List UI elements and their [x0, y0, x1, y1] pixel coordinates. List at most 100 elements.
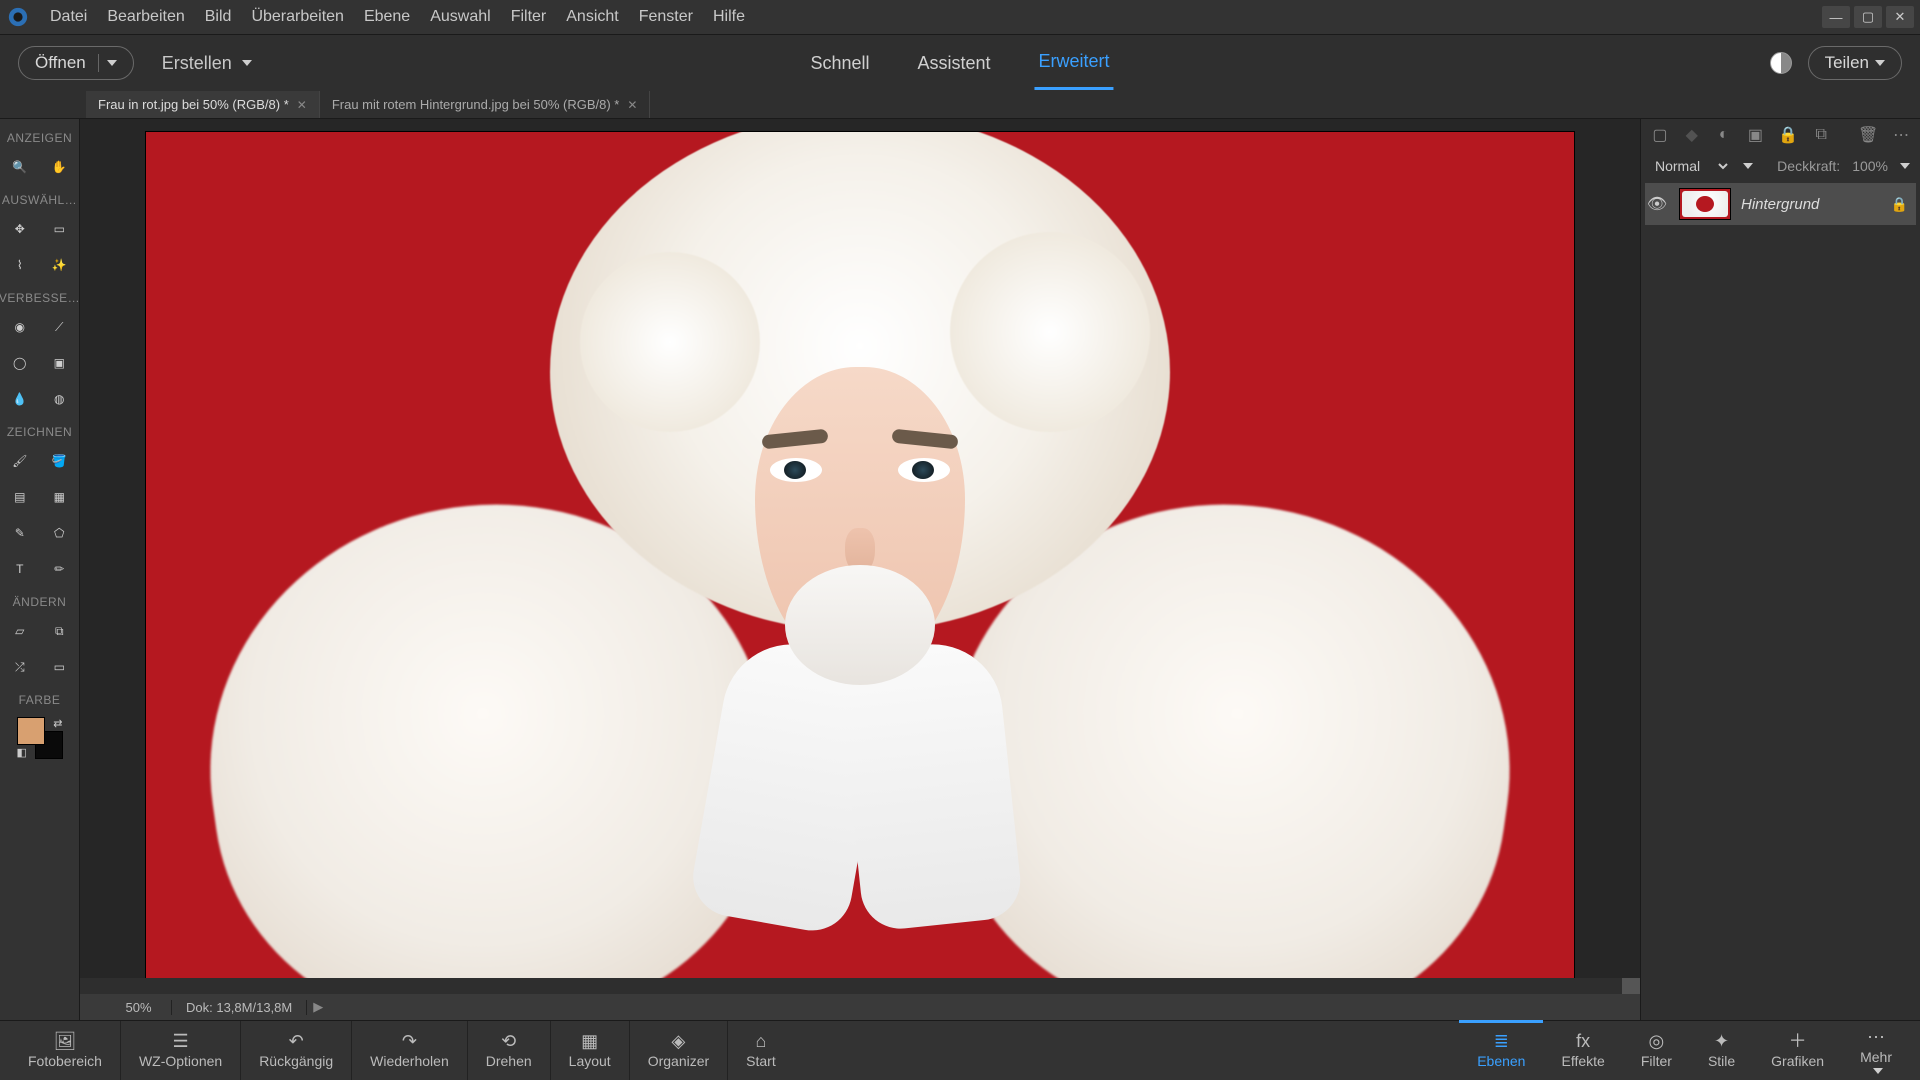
bottom-grafiken[interactable]: ＋Grafiken	[1753, 1021, 1842, 1080]
zoom-level[interactable]: 50%	[106, 1000, 172, 1015]
bottom-redo[interactable]: ↷Wiederholen	[352, 1021, 468, 1080]
blend-mode-select[interactable]: Normal	[1651, 157, 1731, 175]
status-arrow-icon[interactable]: ▶	[307, 999, 329, 1015]
bottom-layout[interactable]: ▦Layout	[551, 1021, 630, 1080]
gradient-tool[interactable]: ▦	[40, 479, 80, 515]
bottom-filter[interactable]: ◎Filter	[1623, 1021, 1690, 1080]
fill-tool[interactable]: ▤	[0, 479, 40, 515]
mode-schnell[interactable]: Schnell	[806, 38, 873, 89]
spot-icon: ◯	[10, 353, 30, 373]
perspective-tool[interactable]: ▭	[40, 649, 80, 685]
clone-tool[interactable]: ▣	[40, 345, 80, 381]
menu-ebene[interactable]: Ebene	[354, 4, 420, 30]
hand-icon: ✋	[49, 157, 69, 177]
document-tab-label: Frau mit rotem Hintergrund.jpg bei 50% (…	[332, 97, 620, 112]
blur-tool[interactable]: 💧	[0, 381, 40, 417]
menu-bearbeiten[interactable]: Bearbeiten	[97, 4, 194, 30]
bottom-mehr[interactable]: ⋯Mehr	[1842, 1021, 1910, 1080]
move-tool[interactable]: ✥	[0, 211, 40, 247]
bottom-stile[interactable]: ✦Stile	[1690, 1021, 1753, 1080]
recompose-tool[interactable]: ⧉	[40, 613, 80, 649]
menu-bild[interactable]: Bild	[195, 4, 242, 30]
marquee-tool[interactable]: ▭	[40, 211, 80, 247]
straighten-icon: ⟋	[49, 317, 69, 337]
contentmove-tool[interactable]: ⤮	[0, 649, 40, 685]
menu-fenster[interactable]: Fenster	[629, 4, 703, 30]
swap-colors-icon[interactable]: ⇄	[53, 717, 62, 730]
window-close-button[interactable]: ✕	[1886, 6, 1914, 28]
bottom-effekte[interactable]: fxEffekte	[1543, 1021, 1622, 1080]
lasso-tool[interactable]: ⌇	[0, 247, 40, 283]
lock-icon[interactable]: 🔒	[1778, 125, 1798, 145]
close-icon[interactable]: ✕	[627, 98, 637, 112]
toolbox-section-label: ZEICHNEN	[7, 425, 72, 439]
mode-assistent[interactable]: Assistent	[914, 38, 995, 89]
link-icon[interactable]: ⧉	[1812, 125, 1830, 145]
redeye-tool[interactable]: ◉	[0, 309, 40, 345]
straighten-tool[interactable]: ⟋	[40, 309, 80, 345]
brush-tool[interactable]: 🖌	[0, 443, 40, 479]
color-swatch[interactable]: ⇄ ◧	[17, 717, 63, 759]
menu-hilfe[interactable]: Hilfe	[703, 4, 755, 30]
document-tab[interactable]: Frau in rot.jpg bei 50% (RGB/8) * ✕	[86, 91, 320, 118]
layer-row[interactable]: 👁 Hintergrund 🔒	[1645, 183, 1916, 225]
new-layer-icon[interactable]: ▢	[1651, 125, 1669, 145]
dropper-tool[interactable]: ✎	[0, 515, 40, 551]
layer-visibility-icon[interactable]: 👁	[1645, 194, 1669, 214]
create-button[interactable]: Erstellen	[162, 53, 252, 74]
bottom-drehen[interactable]: ⟲Drehen	[468, 1021, 551, 1080]
menu-ansicht[interactable]: Ansicht	[556, 4, 628, 30]
bottom-ebenen[interactable]: ≣Ebenen	[1459, 1020, 1543, 1079]
opacity-value[interactable]: 100%	[1852, 158, 1888, 174]
more-icon: ⋯	[1867, 1028, 1885, 1046]
layout-icon: ▦	[581, 1032, 598, 1050]
document-canvas[interactable]	[145, 131, 1575, 978]
adjustment-layer-icon[interactable]: ◐	[1715, 125, 1733, 145]
menu-datei[interactable]: Datei	[40, 4, 97, 30]
close-icon[interactable]: ✕	[297, 98, 307, 112]
bottom-organizer[interactable]: ◈Organizer	[630, 1021, 728, 1080]
trash-icon[interactable]: 🗑	[1858, 125, 1878, 145]
text-tool[interactable]: T	[0, 551, 40, 587]
menu-filter[interactable]: Filter	[501, 4, 557, 30]
spot-tool[interactable]: ◯	[0, 345, 40, 381]
sponge-tool[interactable]: ◍	[40, 381, 80, 417]
crop-tool[interactable]: ▱	[0, 613, 40, 649]
appearance-toggle-icon[interactable]	[1770, 52, 1792, 74]
bottom-undo[interactable]: ↶Rückgängig	[241, 1021, 352, 1080]
menu-ueberarbeiten[interactable]: Überarbeiten	[241, 4, 354, 30]
chevron-down-icon	[1873, 1068, 1883, 1074]
panel-menu-icon[interactable]: ⋯	[1892, 125, 1910, 145]
wand-tool[interactable]: ✨	[40, 247, 80, 283]
foreground-color-swatch[interactable]	[17, 717, 45, 745]
new-group-icon[interactable]: ◆	[1683, 125, 1701, 145]
document-tab[interactable]: Frau mit rotem Hintergrund.jpg bei 50% (…	[320, 91, 651, 118]
pencil-tool[interactable]: ✏	[40, 551, 80, 587]
mode-erweitert[interactable]: Erweitert	[1035, 36, 1114, 90]
window-minimize-button[interactable]: —	[1822, 6, 1850, 28]
share-button[interactable]: Teilen	[1808, 46, 1902, 80]
bottom-start[interactable]: ⌂Start	[728, 1021, 794, 1080]
chevron-down-icon	[242, 60, 252, 66]
rotate-icon: ⟲	[501, 1032, 516, 1050]
menu-auswahl[interactable]: Auswahl	[420, 4, 500, 30]
open-button[interactable]: Öffnen	[18, 46, 134, 80]
layer-lock-icon[interactable]: 🔒	[1891, 196, 1908, 213]
lasso-icon: ⌇	[10, 255, 30, 275]
zoom-tool[interactable]: 🔍	[0, 149, 40, 185]
mask-icon[interactable]: ▣	[1747, 125, 1765, 145]
fill-icon: ▤	[10, 487, 30, 507]
brush-icon: 🖌	[10, 451, 30, 471]
window-maximize-button[interactable]: ▢	[1854, 6, 1882, 28]
canvas-area: 50% Dok: 13,8M/13,8M ▶	[80, 119, 1640, 1020]
bottom-fotobereich[interactable]: 🖼Fotobereich	[10, 1021, 121, 1080]
toolbox: ANZEIGEN 🔍 ✋ AUSWÄHL… ✥ ▭ ⌇ ✨ VERBESSE… …	[0, 119, 80, 1020]
bottom-wz-optionen[interactable]: ☰WZ-Optionen	[121, 1021, 241, 1080]
bucket-tool[interactable]: 🪣	[40, 443, 80, 479]
hand-tool[interactable]: ✋	[40, 149, 80, 185]
clone-icon: ▣	[49, 353, 69, 373]
shape-tool[interactable]: ⬠	[40, 515, 80, 551]
default-colors-icon[interactable]: ◧	[17, 746, 27, 759]
canvas-scrollbar[interactable]	[80, 978, 1640, 994]
open-label: Öffnen	[35, 53, 86, 73]
